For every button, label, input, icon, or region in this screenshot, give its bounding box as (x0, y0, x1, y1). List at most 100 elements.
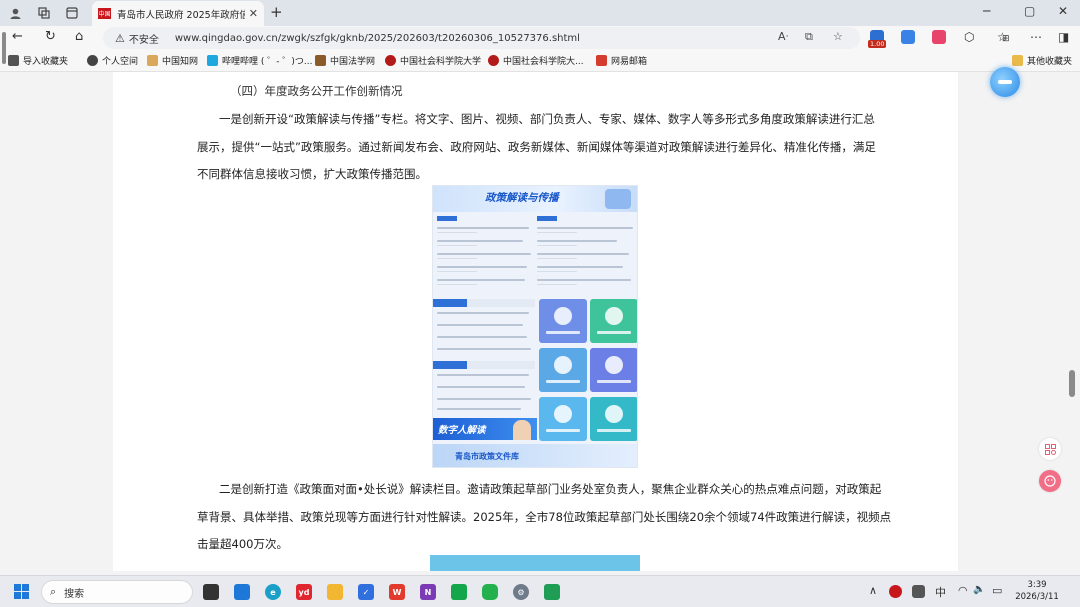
other-favorites[interactable]: 其他收藏夹 (1012, 54, 1072, 67)
policy-column-screenshot[interactable]: 政策解读与传播 数字人解读 青岛市政策文件库 (432, 185, 638, 468)
task-view-icon[interactable] (203, 584, 219, 600)
split-screen-icon[interactable]: ⧉ (805, 30, 813, 44)
new-tab-button[interactable]: + (270, 3, 283, 21)
todo-icon[interactable]: ✓ (358, 584, 374, 600)
read-aloud-icon[interactable]: Aᐧ (778, 30, 788, 43)
scrollbar-thumb[interactable] (1069, 370, 1075, 397)
section-marker (437, 216, 457, 221)
import-icon (8, 55, 19, 66)
figure-tile (590, 299, 637, 343)
figure-tab-active (433, 361, 467, 369)
bookmark-label: 导入收藏夹 (23, 57, 69, 67)
list-date (537, 284, 577, 285)
floating-assistant-icon[interactable] (990, 67, 1020, 97)
home-button[interactable]: ⌂ (75, 29, 83, 44)
wechat-work-icon[interactable] (451, 584, 467, 600)
policy-library-label: 青岛市政策文件库 (455, 452, 519, 461)
workspaces-icon[interactable] (35, 4, 53, 22)
bookmark-label: 中国知网 (162, 57, 199, 67)
figure-tab-strip (467, 361, 535, 369)
wechat-icon[interactable] (482, 584, 498, 600)
banner-illustration-icon (605, 189, 631, 209)
close-tab-icon[interactable]: ✕ (249, 7, 258, 20)
back-button[interactable]: ← (12, 29, 23, 44)
search-placeholder: 搜索 (64, 588, 85, 600)
bookmark-label: 个人空间 (102, 57, 139, 67)
bookmark-law[interactable]: 中国法学网 (315, 54, 375, 67)
bookmark-ucass-2[interactable]: 中国社会科学院大... (488, 54, 584, 67)
volume-icon[interactable]: 🔈 (973, 584, 985, 595)
url-text[interactable]: www.qingdao.gov.cn/zwgk/szfgk/gknb/2025/… (175, 33, 580, 44)
avatar-icon (513, 420, 531, 440)
list-line (437, 279, 525, 281)
settings-icon[interactable]: ⚙ (513, 584, 529, 600)
cnki-icon (147, 55, 158, 66)
tab-actions-icon[interactable] (63, 4, 81, 22)
bookmark-cnki[interactable]: 中国知网 (147, 54, 198, 67)
wps-icon[interactable]: W (389, 584, 405, 600)
folder-icon (1012, 55, 1023, 66)
bookmark-ucass[interactable]: 中国社会科学院大学 (385, 54, 481, 67)
list-date (437, 284, 477, 285)
bookmark-label: 中国社会科学院大学 (400, 57, 482, 67)
more-menu-icon[interactable]: ⋯ (1030, 30, 1042, 44)
maximize-button[interactable]: ▢ (1024, 4, 1035, 18)
page-viewport: （四）年度政务公开工作创新情况 一是创新开设“政策解读与传播”专栏。将文字、图片… (0, 72, 1080, 571)
list-line (437, 374, 529, 376)
address-row: ← ↻ ⌂ ⚠ 不安全 www.qingdao.gov.cn/zwgk/szfg… (0, 26, 1080, 50)
para2-line3: 击量超400万次。 (197, 537, 288, 551)
assistant-face-icon[interactable] (1039, 470, 1061, 492)
monitor-icon[interactable] (544, 584, 560, 600)
refresh-button[interactable]: ↻ (45, 29, 56, 44)
list-line (537, 240, 617, 242)
tray-pen-icon[interactable] (912, 585, 925, 598)
tray-app-icon[interactable] (889, 585, 902, 598)
bilibili-icon (207, 55, 218, 66)
bookmark-personal-space[interactable]: 个人空间 (87, 54, 138, 67)
list-line (437, 348, 531, 350)
bookmark-import[interactable]: 导入收藏夹 (8, 54, 68, 67)
para2-line1: 二是创新打造《政策面对面•处长说》解读栏目。邀请政策起草部门业务处室负责人，聚焦… (219, 482, 882, 496)
vertical-scrollbar[interactable] (1066, 72, 1080, 571)
favorite-star-icon[interactable]: ☆ (833, 30, 843, 43)
address-bar[interactable]: ⚠ 不安全 www.qingdao.gov.cn/zwgk/szfgk/gknb… (103, 27, 860, 49)
active-tab[interactable]: 中国 青岛市人民政府 2025年政府信息 ✕ (92, 1, 264, 26)
profile-icon[interactable] (6, 4, 24, 22)
windows-start-icon[interactable] (14, 584, 30, 600)
file-explorer-icon[interactable] (327, 584, 343, 600)
ime-indicator[interactable]: 中 (935, 584, 946, 600)
wifi-icon[interactable]: ◠ (958, 584, 968, 597)
extensions-icon[interactable]: ⬡ (964, 30, 974, 44)
tray-chevron-icon[interactable]: ∧ (869, 584, 877, 597)
youdao-icon[interactable]: yd (296, 584, 312, 600)
figure-banner: 政策解读与传播 (433, 186, 637, 212)
list-line (437, 266, 527, 268)
extension-3-icon[interactable] (932, 30, 946, 44)
page-scroll-indicator (2, 32, 6, 64)
extension-badge: 1.00 (868, 40, 887, 48)
app-grid-icon[interactable] (1039, 438, 1061, 460)
warning-icon[interactable]: ⚠ (115, 32, 125, 45)
taskbar-search[interactable]: ⌕ 搜索 (41, 580, 193, 604)
close-window-button[interactable]: ✕ (1058, 4, 1068, 18)
minimize-button[interactable]: ─ (983, 4, 990, 18)
law-site-icon (315, 55, 326, 66)
widgets-icon[interactable] (234, 584, 250, 600)
list-date (537, 258, 577, 259)
bookmark-bilibili[interactable]: 哔哩哔哩 ( ゜- ゜)つ... (207, 54, 312, 67)
security-status[interactable]: 不安全 (129, 31, 159, 46)
list-line (537, 227, 633, 229)
bookmarks-bar: 导入收藏夹 个人空间 中国知网 哔哩哔哩 ( ゜- ゜)つ... 中国法学网 中… (0, 50, 1080, 72)
sidebar-toggle-icon[interactable]: ◨ (1058, 30, 1069, 44)
battery-icon[interactable]: ▭ (992, 584, 1002, 597)
system-clock[interactable]: 3:39 2026/3/11 (1014, 579, 1060, 603)
list-date (537, 245, 577, 246)
collections-icon[interactable]: ⊞ (1002, 34, 1010, 44)
second-figure-top[interactable] (430, 555, 640, 571)
bookmark-netease-mail[interactable]: 网易邮箱 (596, 54, 647, 67)
edge-icon[interactable]: e (265, 584, 281, 600)
extension-2-icon[interactable] (901, 30, 915, 44)
onenote-icon[interactable]: N (420, 584, 436, 600)
list-date (437, 258, 477, 259)
list-date (537, 271, 577, 272)
